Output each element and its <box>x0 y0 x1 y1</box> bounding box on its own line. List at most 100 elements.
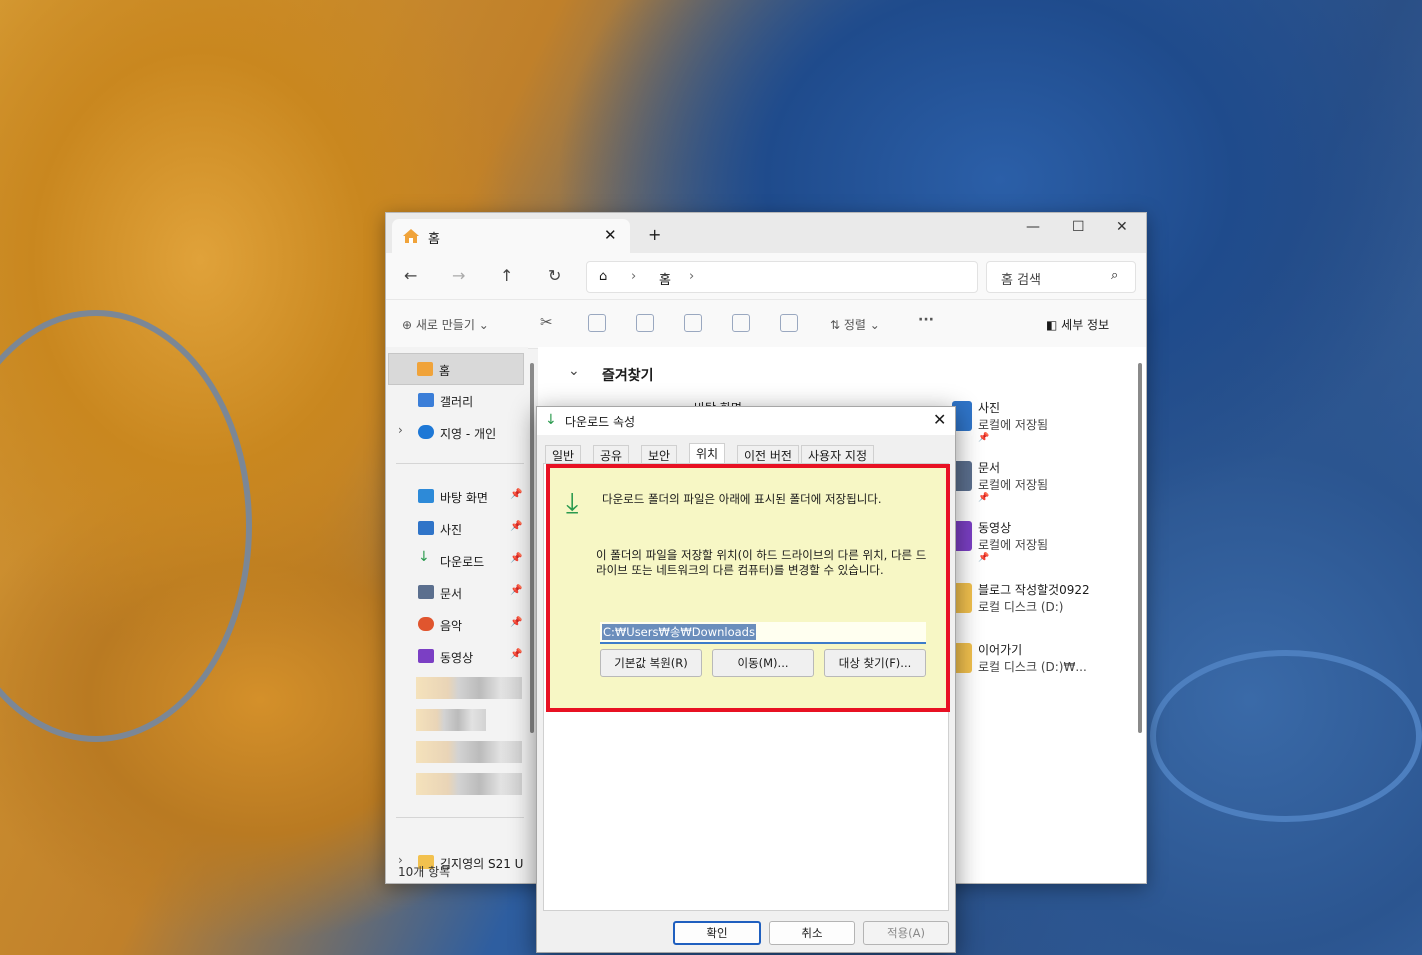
quick-access-item[interactable]: 문서 로컬에 저장됨 📌 <box>952 459 1048 503</box>
chevron-right-icon[interactable]: › <box>689 269 694 284</box>
move-button[interactable]: 이동(M)... <box>712 649 814 677</box>
ok-button[interactable]: 확인 <box>673 921 761 945</box>
sidebar-item-label: 동영상 <box>440 651 474 665</box>
details-label: 세부 정보 <box>1061 318 1110 332</box>
blurred-item <box>416 709 486 731</box>
forward-icon[interactable]: → <box>452 266 465 285</box>
item-location: 로컬에 저장됨 <box>978 538 1049 552</box>
sidebar-item-pictures[interactable]: 사진 📌 <box>390 513 524 543</box>
new-button[interactable]: ⊕ 새로 만들기 ⌄ <box>402 316 489 333</box>
minimize-icon[interactable]: — <box>1026 219 1040 235</box>
sidebar-item-label: 지영 - 개인 <box>440 427 497 441</box>
pin-icon: 📌 <box>510 521 523 532</box>
content-scrollbar[interactable] <box>1138 363 1142 733</box>
close-window-icon[interactable]: ✕ <box>1116 219 1128 235</box>
sidebar-item-videos[interactable]: 동영상 📌 <box>390 641 524 671</box>
pin-icon: 📌 <box>510 553 523 564</box>
sidebar-item-label: 홈 <box>439 364 451 378</box>
search-box[interactable]: 홈 검색 ⌕ <box>986 261 1136 293</box>
download-icon: ↓ <box>545 412 557 428</box>
sidebar-item-music[interactable]: 음악 📌 <box>390 609 524 639</box>
pin-icon: 📌 <box>978 433 990 443</box>
sidebar-item-documents[interactable]: 문서 📌 <box>390 577 524 607</box>
section-title: 즐겨찾기 <box>602 368 654 384</box>
breadcrumb[interactable]: 홈 <box>659 269 671 288</box>
pin-icon: 📌 <box>510 617 523 628</box>
blurred-item <box>416 741 522 763</box>
apply-button[interactable]: 적용(A) <box>863 921 949 945</box>
find-target-button[interactable]: 대상 찾기(F)... <box>824 649 926 677</box>
sidebar-item-onedrive[interactable]: › 지영 - 개인 <box>390 417 524 447</box>
sidebar-item-label: 다운로드 <box>440 555 485 569</box>
download-icon: ↓ <box>418 549 430 565</box>
restore-default-button[interactable]: 기본값 복원(R) <box>600 649 702 677</box>
sidebar-item-gallery[interactable]: 갤러리 <box>390 385 524 415</box>
quick-access-item[interactable]: 블로그 작성할것0922 로컬 디스크 (D:) <box>952 581 1090 615</box>
maximize-icon[interactable]: ☐ <box>1072 219 1085 235</box>
up-icon[interactable]: ↑ <box>500 266 513 285</box>
path-value: C:₩Users₩송₩Downloads <box>602 624 756 640</box>
more-options-icon[interactable]: ··· <box>918 312 934 328</box>
path-input[interactable]: C:₩Users₩송₩Downloads <box>600 622 926 644</box>
search-placeholder: 홈 검색 <box>1001 273 1042 288</box>
chevron-right-icon[interactable]: › <box>398 423 403 437</box>
sidebar-item-label: 갤러리 <box>440 395 474 409</box>
videos-icon <box>418 649 434 663</box>
quick-access-item[interactable]: 동영상 로컬에 저장됨 📌 <box>952 519 1049 563</box>
item-location: 로컬 디스크 (D:) <box>978 600 1064 614</box>
pin-icon: 📌 <box>510 489 523 500</box>
chevron-right-icon: › <box>631 269 637 284</box>
close-icon[interactable]: ✕ <box>933 410 946 429</box>
properties-dialog: ↓ 다운로드 속성 ✕ 일반 공유 보안 위치 이전 버전 사용자 지정 ⤓ 다… <box>536 406 956 953</box>
road-decoration <box>0 310 252 742</box>
cancel-button[interactable]: 취소 <box>769 921 855 945</box>
documents-icon <box>418 585 434 599</box>
sidebar-scrollbar[interactable] <box>530 363 534 733</box>
cut-icon[interactable]: ✂ <box>540 313 553 331</box>
command-bar: ⊕ 새로 만들기 ⌄ ✂ ⇅ 정렬 ⌄ ··· ◧ 세부 정보 <box>386 299 1146 349</box>
sidebar-item-downloads[interactable]: ↓ 다운로드 📌 <box>390 545 524 575</box>
pin-icon: 📌 <box>510 649 523 660</box>
music-icon <box>418 617 434 631</box>
sidebar-item-desktop[interactable]: 바탕 화면 📌 <box>390 481 524 511</box>
refresh-icon[interactable]: ↻ <box>548 266 561 285</box>
item-name: 사진 <box>978 401 1001 415</box>
sidebar-item-label: 문서 <box>440 587 463 601</box>
new-tab-icon[interactable]: + <box>648 225 661 244</box>
new-label: 새로 만들기 <box>415 318 475 332</box>
tab-home[interactable]: 홈 ✕ <box>392 219 630 253</box>
sidebar-item-label: 사진 <box>440 523 463 537</box>
home-icon: ⌂ <box>599 269 608 284</box>
copy-icon[interactable] <box>588 314 606 332</box>
chevron-down-icon[interactable]: ⌄ <box>568 363 580 379</box>
delete-icon[interactable] <box>780 314 798 332</box>
rename-icon[interactable] <box>684 314 702 332</box>
sort-button[interactable]: ⇅ 정렬 ⌄ <box>830 316 880 333</box>
title-bar: 홈 ✕ + — ☐ ✕ <box>386 213 1146 253</box>
item-location: 로컬에 저장됨 <box>978 418 1049 432</box>
quick-access-item[interactable]: 사진 로컬에 저장됨 📌 <box>952 399 1049 443</box>
navigation-bar: ← → ↑ ↻ ⌂ › 홈 › 홈 검색 ⌕ <box>386 253 1146 299</box>
address-bar[interactable]: ⌂ › 홈 › <box>586 261 978 293</box>
cloud-icon <box>418 425 434 439</box>
pin-icon: 📌 <box>978 553 990 563</box>
paste-icon[interactable] <box>636 314 654 332</box>
item-location: 로컬 디스크 (D:)₩... <box>978 660 1087 674</box>
sidebar-item-home[interactable]: 홈 <box>388 353 524 385</box>
pictures-icon <box>418 521 434 535</box>
sidebar-item-label: 바탕 화면 <box>440 491 488 505</box>
highlight-box: ⤓ 다운로드 폴더의 파일은 아래에 표시된 폴더에 저장됩니다. 이 폴더의 … <box>546 464 950 712</box>
quick-access-item[interactable]: 이어가기 로컬 디스크 (D:)₩... <box>952 641 1087 675</box>
item-name: 이어가기 <box>978 643 1023 657</box>
sort-label: 정렬 <box>843 318 866 332</box>
share-icon[interactable] <box>732 314 750 332</box>
details-button[interactable]: ◧ 세부 정보 <box>1046 316 1109 333</box>
close-tab-icon[interactable]: ✕ <box>604 226 617 244</box>
divider <box>396 817 524 818</box>
tab-label: 홈 <box>428 232 440 247</box>
home-icon <box>402 228 420 247</box>
description-text: 다운로드 폴더의 파일은 아래에 표시된 폴더에 저장됩니다. <box>602 492 882 506</box>
blurred-item <box>416 773 522 795</box>
item-name: 블로그 작성할것0922 <box>978 583 1090 597</box>
back-icon[interactable]: ← <box>404 266 417 285</box>
